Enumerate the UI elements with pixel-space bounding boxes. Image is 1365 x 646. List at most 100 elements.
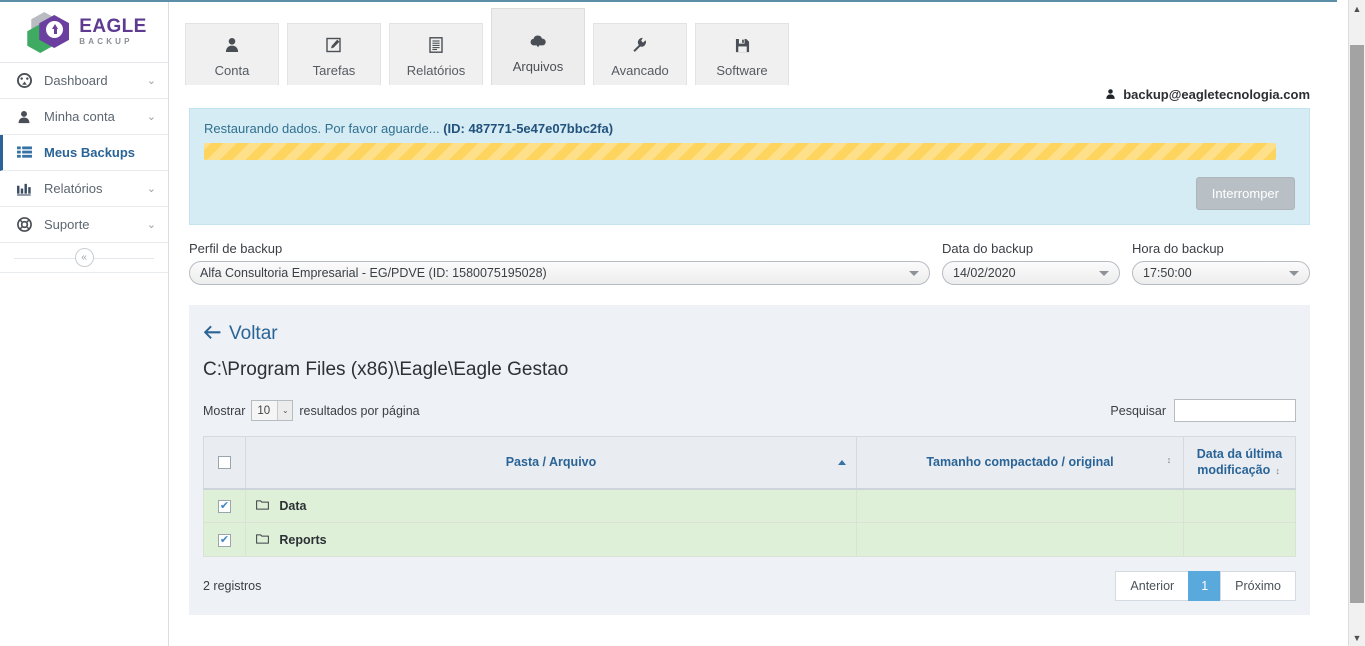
- column-header-select-all[interactable]: [203, 436, 246, 490]
- sidebar-item-meus-backups[interactable]: Meus Backups: [0, 135, 168, 171]
- pagination-previous[interactable]: Anterior: [1115, 571, 1190, 601]
- file-browser-panel: Voltar C:\Program Files (x86)\Eagle\Eagl…: [189, 305, 1310, 615]
- caret-down-icon: [1099, 270, 1109, 276]
- caret-down-icon: [909, 270, 919, 276]
- current-user: backup@eagletecnologia.com: [169, 85, 1344, 108]
- backup-date-select[interactable]: 14/02/2020: [942, 261, 1120, 285]
- table-footer: 2 registros Anterior 1 Próximo: [203, 571, 1296, 601]
- time-label: Hora do backup: [1132, 241, 1224, 256]
- table-row[interactable]: Reports: [203, 522, 1296, 557]
- tab-tarefas[interactable]: Tarefas: [287, 23, 381, 85]
- sort-ascending-icon: [838, 460, 846, 466]
- current-path: C:\Program Files (x86)\Eagle\Eagle Gesta…: [203, 359, 569, 380]
- brand-logo[interactable]: EAGLE BACKUP: [0, 0, 168, 63]
- page-scrollbar[interactable]: ▲ ▼: [1348, 0, 1365, 646]
- row-checkbox[interactable]: [218, 499, 231, 513]
- backup-time-select[interactable]: 17:50:00: [1132, 261, 1310, 285]
- tab-relatorios[interactable]: Relatórios: [389, 23, 483, 85]
- floppy-save-icon: [735, 38, 750, 56]
- folder-icon: [256, 533, 272, 547]
- edit-square-icon: [326, 37, 342, 56]
- column-header-name[interactable]: Pasta / Arquivo: [245, 436, 857, 490]
- row-name-label: Reports: [279, 532, 327, 547]
- pagination: Anterior 1 Próximo: [1115, 571, 1296, 601]
- page-length-value: 10: [257, 404, 271, 417]
- search-input[interactable]: [1174, 399, 1296, 422]
- cloud-download-icon: [529, 34, 547, 52]
- sidebar-item-minha-conta[interactable]: Minha conta ⌄: [0, 99, 168, 135]
- folder-icon: [256, 499, 272, 513]
- row-checkbox[interactable]: [218, 533, 231, 547]
- module-tabs: Conta Tarefas Relatórios Arquivos Avanca…: [169, 0, 1344, 85]
- row-select-cell[interactable]: [203, 522, 246, 557]
- files-table-body: Data: [203, 488, 1296, 557]
- backup-selection-form: Perfil de backup Alfa Consultoria Empres…: [189, 241, 1310, 285]
- inner-scrollbar-thumb[interactable]: [1339, 2, 1346, 642]
- row-select-cell[interactable]: [203, 488, 246, 523]
- tab-conta[interactable]: Conta: [185, 23, 279, 85]
- row-date-cell: [1183, 488, 1296, 523]
- tab-label: Tarefas: [312, 63, 356, 78]
- backup-time-value: 17:50:00: [1143, 266, 1192, 280]
- scroll-up-button[interactable]: ▲: [1349, 0, 1365, 17]
- tab-arquivos[interactable]: Arquivos: [491, 8, 585, 85]
- window-top-border: [0, 0, 1365, 2]
- tab-software[interactable]: Software: [695, 23, 789, 85]
- tab-label: Arquivos: [512, 59, 564, 74]
- pagination-page-1[interactable]: 1: [1188, 571, 1222, 601]
- sidebar-item-suporte[interactable]: Suporte ⌄: [0, 207, 168, 243]
- sidebar-item-label: Dashboard: [44, 73, 108, 88]
- column-label: Tamanho compactado / original: [926, 455, 1114, 470]
- sidebar-item-label: Minha conta: [44, 109, 115, 124]
- life-ring-icon: [14, 217, 34, 232]
- files-table: Pasta / Arquivo Tamanho compactado / ori…: [203, 436, 1296, 557]
- table-controls: Mostrar 10 ⌄ resultados por página Pesqu…: [203, 399, 1296, 422]
- app-root: EAGLE BACKUP Dashboard ⌄ Minha conta ⌄ M…: [0, 0, 1365, 646]
- chevron-down-icon: ⌄: [146, 183, 156, 195]
- document-list-icon: [428, 37, 444, 56]
- files-table-head: Pasta / Arquivo Tamanho compactado / ori…: [203, 436, 1296, 490]
- eagle-hexagon-logo-icon: [27, 10, 73, 53]
- main-content: Conta Tarefas Relatórios Arquivos Avanca…: [169, 0, 1365, 646]
- user-email: backup@eagletecnologia.com: [1123, 87, 1310, 102]
- row-size-cell: [856, 488, 1184, 523]
- row-date-cell: [1183, 522, 1296, 557]
- caret-down-icon: [1289, 270, 1299, 276]
- record-count: 2 registros: [203, 579, 262, 593]
- brand-name: EAGLE: [79, 15, 147, 37]
- pagination-next[interactable]: Próximo: [1220, 571, 1296, 601]
- select-all-checkbox[interactable]: [218, 456, 231, 470]
- search-label: Pesquisar: [1110, 403, 1166, 418]
- alert-restore-id: (ID: 487771-5e47e07bbc2fa): [443, 121, 614, 136]
- voltar-back-link[interactable]: Voltar: [203, 323, 1296, 345]
- date-label: Data do backup: [942, 241, 1034, 256]
- scroll-down-button[interactable]: ▼: [1349, 629, 1365, 646]
- backup-profile-select[interactable]: Alfa Consultoria Empresarial - EG/PDVE (…: [189, 261, 930, 285]
- show-suffix-label: resultados por página: [299, 403, 420, 418]
- sidebar: EAGLE BACKUP Dashboard ⌄ Minha conta ⌄ M…: [0, 0, 169, 646]
- sidebar-collapse-row: «: [0, 243, 168, 273]
- tab-label: Software: [716, 63, 768, 78]
- tab-label: Avancado: [611, 63, 669, 78]
- tab-avancado[interactable]: Avancado: [593, 23, 687, 85]
- sidebar-item-label: Meus Backups: [44, 145, 136, 160]
- tab-label: Relatórios: [406, 63, 466, 78]
- column-header-size[interactable]: Tamanho compactado / original ↕: [856, 436, 1184, 490]
- user-icon: [1105, 88, 1119, 102]
- sidebar-item-label: Relatórios: [44, 181, 103, 196]
- sidebar-item-dashboard[interactable]: Dashboard ⌄: [0, 63, 168, 99]
- page-scrollbar-thumb[interactable]: [1350, 45, 1364, 603]
- inner-scrollbar[interactable]: [1337, 0, 1348, 646]
- alert-message-text: Restaurando dados. Por favor aguarde...: [204, 121, 440, 136]
- row-name-cell: Reports: [245, 522, 857, 557]
- page-length-select[interactable]: 10 ⌄: [251, 400, 294, 421]
- sort-both-icon: ↕: [1275, 466, 1280, 477]
- interromper-button[interactable]: Interromper: [1195, 177, 1295, 210]
- column-label: Pasta / Arquivo: [505, 455, 597, 470]
- table-row[interactable]: Data: [203, 488, 1296, 523]
- sidebar-item-relatorios[interactable]: Relatórios ⌄: [0, 171, 168, 207]
- column-header-date[interactable]: Data da última modificação ↕: [1183, 436, 1296, 490]
- profile-label: Perfil de backup: [189, 241, 283, 256]
- sidebar-item-label: Suporte: [44, 217, 90, 232]
- collapse-sidebar-button[interactable]: «: [74, 248, 94, 267]
